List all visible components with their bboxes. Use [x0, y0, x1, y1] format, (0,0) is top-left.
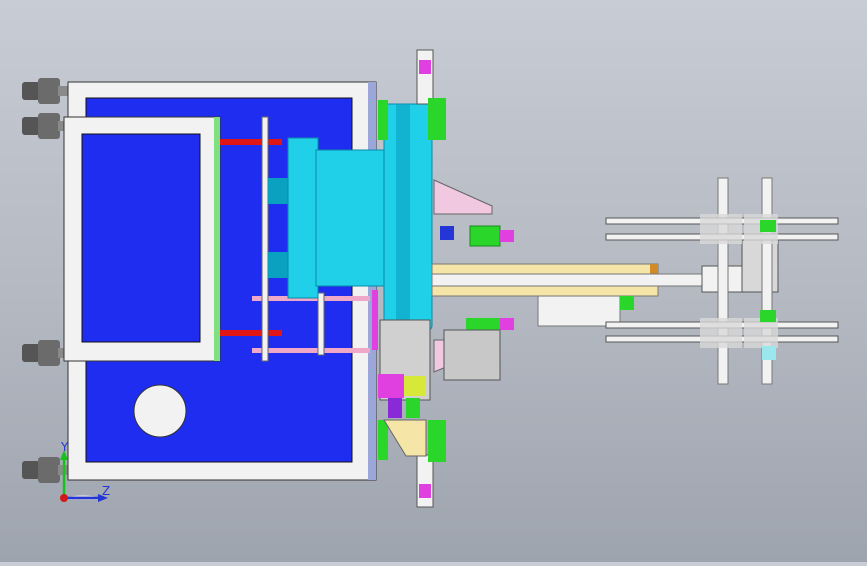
leveling-foot-icon — [22, 340, 70, 366]
axis-triad-labels: Y Z — [44, 440, 114, 510]
leveling-foot-icon — [22, 78, 70, 104]
cad-model-drawing — [22, 49, 839, 508]
y-axis-label: Y — [61, 440, 69, 454]
front-cover-panel — [63, 116, 221, 362]
z-axis-label: Z — [102, 484, 111, 498]
cad-viewport[interactable]: Y Z — [0, 0, 867, 562]
leveling-foot-icon — [22, 113, 70, 139]
spindle-top — [416, 49, 434, 105]
spindle-bottom — [416, 454, 434, 508]
access-hole — [133, 384, 187, 438]
